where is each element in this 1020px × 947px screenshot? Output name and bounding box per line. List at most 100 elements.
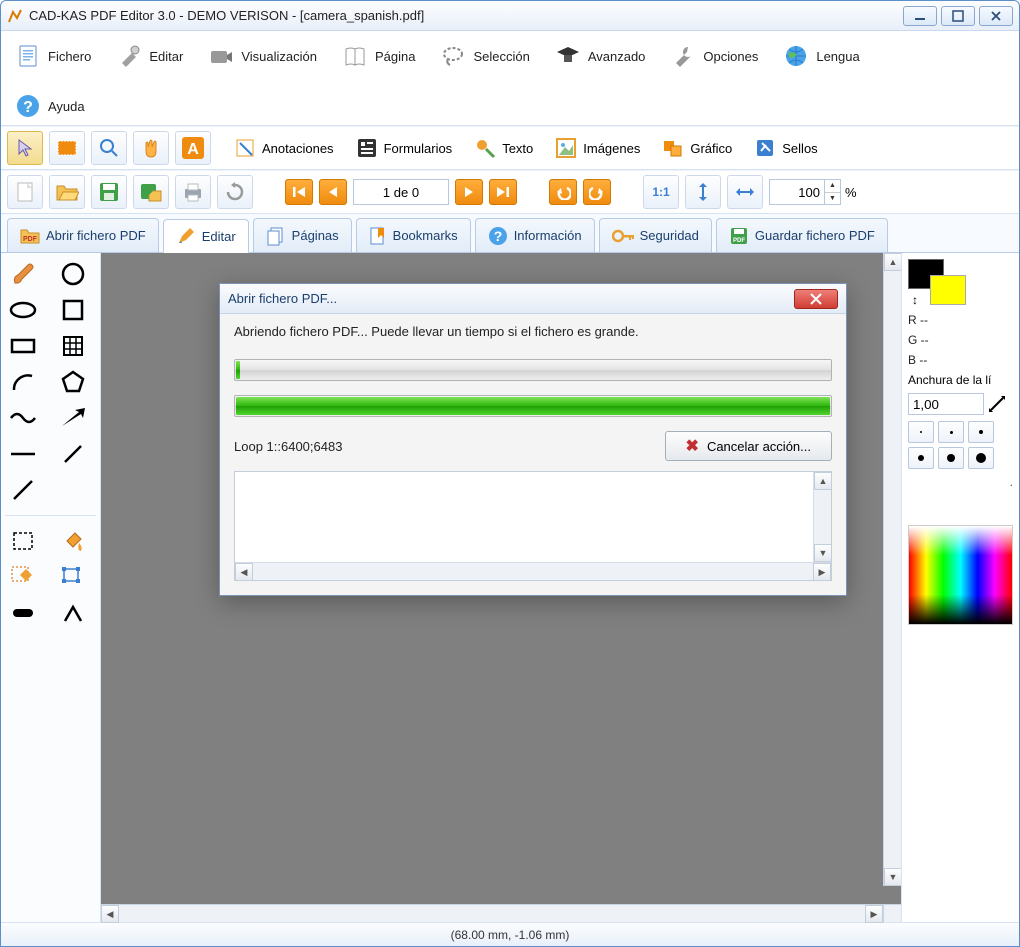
tab-pages[interactable]: Páginas (253, 218, 352, 252)
open-button[interactable] (49, 175, 85, 209)
ellipse-tool[interactable] (5, 295, 41, 325)
dialog-close-button[interactable] (794, 289, 838, 309)
log-scroll-down[interactable]: ▼ (814, 544, 832, 562)
scroll-up-button[interactable]: ▲ (884, 253, 901, 271)
tab-open-pdf[interactable]: PDF Abrir fichero PDF (7, 218, 159, 252)
text-tool[interactable]: A (175, 131, 211, 165)
brush-tool[interactable] (5, 259, 41, 289)
prev-page-button[interactable] (319, 179, 347, 205)
point-size-1[interactable] (908, 421, 934, 443)
horizontal-scrollbar[interactable]: ◀ ▶ (101, 904, 901, 922)
close-button[interactable] (979, 6, 1013, 26)
point-size-3[interactable] (968, 421, 994, 443)
point-size-4[interactable] (908, 447, 934, 469)
circle-tool[interactable] (55, 259, 91, 289)
linewidth-input[interactable] (908, 393, 984, 415)
hline-tool[interactable] (5, 439, 41, 469)
zoom-percent-label: % (845, 185, 857, 200)
tab-bookmarks[interactable]: Bookmarks (356, 218, 471, 252)
hand-tool[interactable] (133, 131, 169, 165)
form-icon (356, 137, 378, 159)
dialog-log-area[interactable]: ▲ ▼ ◀ ▶ (234, 471, 832, 581)
menu-pagina[interactable]: Página (334, 37, 422, 75)
pointer-tool[interactable] (7, 131, 43, 165)
menu-avanzado[interactable]: Avanzado (547, 37, 653, 75)
zoom-input[interactable] (769, 179, 825, 205)
point-size-6[interactable] (968, 447, 994, 469)
stamps-button[interactable]: Sellos (749, 131, 828, 165)
menu-opciones[interactable]: Opciones (662, 37, 765, 75)
transform-tool[interactable] (55, 562, 91, 592)
rect-tool[interactable] (5, 331, 41, 361)
cancel-action-button[interactable]: ✖ Cancelar acción... (665, 431, 832, 461)
document-canvas[interactable]: ▲ ▼ Abrir fichero PDF... Abriendo ficher… (101, 253, 901, 904)
point-size-2[interactable] (938, 421, 964, 443)
menu-editar[interactable]: Editar (108, 37, 190, 75)
last-page-button[interactable] (489, 179, 517, 205)
diag-line-tool[interactable] (55, 439, 91, 469)
log-scroll-up[interactable]: ▲ (814, 472, 832, 490)
diag-line2-tool[interactable] (5, 475, 41, 505)
fill-tool[interactable] (55, 526, 91, 556)
square-tool[interactable] (55, 295, 91, 325)
arrow-tool[interactable] (55, 403, 91, 433)
grid-tool[interactable] (55, 331, 91, 361)
polygon-tool[interactable] (55, 367, 91, 397)
graphics-button[interactable]: Gráfico (657, 131, 743, 165)
menu-ayuda[interactable]: ? Ayuda (7, 87, 92, 125)
fill-select-tool[interactable] (5, 562, 41, 592)
menu-seleccion[interactable]: Selección (432, 37, 536, 75)
next-page-button[interactable] (455, 179, 483, 205)
tab-info[interactable]: ? Información (475, 218, 595, 252)
help-icon: ? (14, 92, 42, 120)
first-page-button[interactable] (285, 179, 313, 205)
fit-height-button[interactable] (685, 175, 721, 209)
selection-rect-tool[interactable] (49, 131, 85, 165)
arc-tool[interactable] (5, 367, 41, 397)
images-button[interactable]: Imágenes (550, 131, 651, 165)
zoom-spinner[interactable]: ▲▼ (825, 179, 841, 205)
undo-button[interactable] (549, 179, 577, 205)
empty-tool (55, 475, 91, 505)
background-swatch[interactable] (930, 275, 966, 305)
menu-lengua[interactable]: Lengua (775, 37, 866, 75)
page-number-input[interactable] (353, 179, 449, 205)
refresh-button[interactable] (217, 175, 253, 209)
text-button[interactable]: Texto (469, 131, 544, 165)
log-scroll-right[interactable]: ▶ (813, 563, 831, 581)
rounded-rect-tool[interactable] (5, 598, 41, 628)
print-button[interactable] (175, 175, 211, 209)
wave-tool[interactable] (5, 403, 41, 433)
actual-size-button[interactable]: 1:1 (643, 175, 679, 209)
save-as-button[interactable] (133, 175, 169, 209)
maximize-button[interactable] (941, 6, 975, 26)
annotations-button[interactable]: Anotaciones (229, 131, 345, 165)
linewidth-picker-icon[interactable] (988, 395, 1006, 413)
forms-button[interactable]: Formularios (351, 131, 464, 165)
color-picker[interactable] (908, 525, 1013, 625)
zoom-tool[interactable] (91, 131, 127, 165)
select-area-tool[interactable] (5, 526, 41, 556)
fit-width-button[interactable] (727, 175, 763, 209)
globe-icon (782, 42, 810, 70)
menu-visualizacion[interactable]: Visualización (200, 37, 324, 75)
tab-save-pdf[interactable]: PDF Guardar fichero PDF (716, 218, 888, 252)
save-button[interactable] (91, 175, 127, 209)
caret-tool[interactable] (55, 598, 91, 628)
scroll-left-button[interactable]: ◀ (101, 905, 119, 923)
tab-edit[interactable]: Editar (163, 219, 249, 253)
redo-button[interactable] (583, 179, 611, 205)
tab-security[interactable]: Seguridad (599, 218, 712, 252)
color-swatches[interactable]: ↕ (908, 259, 968, 307)
new-button[interactable] (7, 175, 43, 209)
minimize-button[interactable] (903, 6, 937, 26)
menu-fichero[interactable]: Fichero (7, 37, 98, 75)
scroll-down-button[interactable]: ▼ (884, 868, 901, 886)
button-label: Anotaciones (262, 141, 334, 156)
log-scroll-left[interactable]: ◀ (235, 563, 253, 581)
vertical-scrollbar[interactable]: ▲ ▼ (883, 253, 901, 886)
swap-colors-icon[interactable]: ↕ (912, 293, 918, 307)
scroll-right-button[interactable]: ▶ (865, 905, 883, 923)
right-color-panel: ↕ R -- G -- B -- Anchura de la lí . (901, 253, 1019, 922)
point-size-5[interactable] (938, 447, 964, 469)
